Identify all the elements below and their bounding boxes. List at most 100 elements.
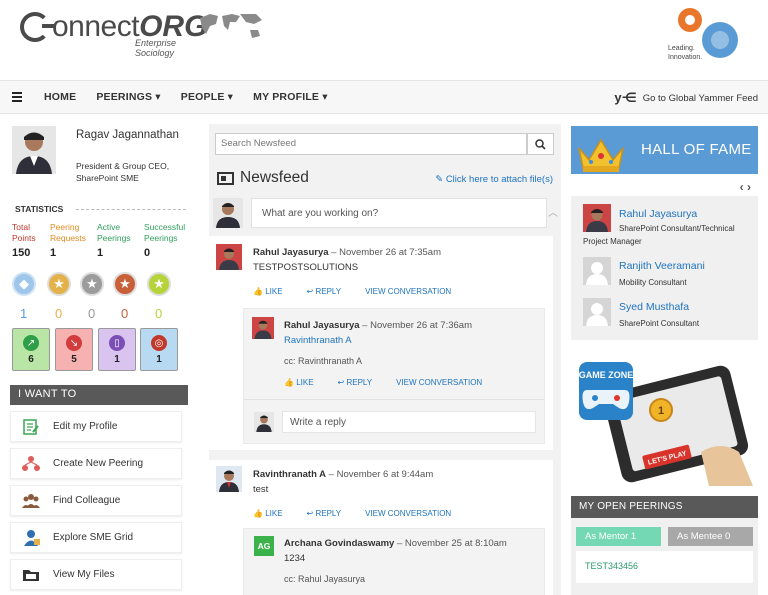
nav-peerings[interactable]: PEERINGS ▾ [96, 91, 160, 103]
reply-thread: AG Archana Govindaswamy – November 25 at… [243, 528, 545, 595]
tile-goals[interactable]: ◎ 1 [140, 328, 178, 371]
target-icon: ◎ [151, 335, 167, 351]
bronze-star-badge-icon[interactable]: ★ [113, 272, 137, 296]
reply-button[interactable]: ↩ REPLY [307, 509, 354, 518]
find-colleague-icon [21, 492, 41, 510]
sme-grid-icon [21, 529, 41, 547]
silver-star-badge-icon[interactable]: ★ [80, 272, 104, 296]
iwant-create-peering[interactable]: Create New Peering [10, 448, 182, 479]
tile-sent[interactable]: ↗ 6 [12, 328, 50, 371]
reply-composer-avatar [254, 412, 274, 432]
hamburger-menu-icon[interactable] [12, 90, 22, 104]
post-actions: 👍 LIKE ↩ REPLY VIEW CONVERSATION [253, 287, 463, 296]
reply-button[interactable]: ↩ REPLY [307, 287, 354, 296]
hall-of-fame-title: HALL OF FAME [641, 141, 752, 158]
search-icon [535, 138, 546, 150]
tile-documents[interactable]: ▯ 1 [98, 328, 136, 371]
hof-person-name[interactable]: Syed Musthafa [619, 301, 689, 313]
iwant-explore-sme-grid[interactable]: Explore SME Grid [10, 522, 182, 553]
reply-author-avatar[interactable] [252, 317, 274, 339]
status-composer-input[interactable]: What are you working on? [251, 198, 547, 228]
like-button[interactable]: 👍 LIKE [253, 287, 295, 296]
stat-label: Peering Requests [50, 222, 86, 243]
profile-avatar[interactable] [12, 126, 56, 174]
stat-peering-requests: Peering Requests 1 [50, 222, 94, 259]
hall-of-fame-list: Rahul Jayasurya SharePoint Consultant/Te… [571, 196, 758, 340]
green-star-badge-icon[interactable]: ★ [147, 272, 171, 296]
post-author-avatar[interactable] [216, 244, 242, 270]
stat-tiles: ↗ 6 ↘ 5 ▯ 1 ◎ 1 [10, 328, 190, 372]
reply-timestamp: – November 25 at 8:10am [394, 538, 507, 549]
hall-of-fame-carousel-nav[interactable]: ‹ › [740, 180, 751, 194]
reply-cc: cc: Rahul Jayasurya [284, 574, 366, 584]
reply-thread: Rahul Jayasurya – November 26 at 7:36am … [243, 308, 545, 444]
hof-person-role: SharePoint Consultant/Technical Project … [583, 224, 735, 246]
like-label: LIKE [265, 509, 283, 518]
diamond-badge-icon[interactable]: ◆ [12, 272, 36, 296]
logo-text: onnect [52, 10, 140, 43]
reply-header: Rahul Jayasurya – November 26 at 7:36am [284, 320, 472, 331]
my-open-peerings-heading: MY OPEN PEERINGS [571, 496, 758, 518]
nav-people[interactable]: PEOPLE ▾ [181, 91, 233, 103]
stat-value: 0 [144, 247, 151, 259]
tile-received[interactable]: ↘ 5 [55, 328, 93, 371]
post-body: test [253, 484, 269, 495]
create-peering-icon [21, 455, 41, 473]
tab-as-mentee[interactable]: As Mentee 0 [668, 527, 753, 546]
tile-count: 1 [114, 354, 120, 365]
edit-profile-icon [21, 418, 41, 436]
post-author-name[interactable]: Rahul Jayasurya [253, 247, 329, 258]
iwant-edit-profile[interactable]: Edit my Profile [10, 411, 182, 442]
game-coin-number: 1 [658, 405, 664, 417]
hof-person-name[interactable]: Ranjith Veeramani [619, 260, 705, 272]
iwant-find-colleague[interactable]: Find Colleague [10, 485, 182, 516]
hof-avatar[interactable] [583, 298, 611, 326]
scroll-up-icon[interactable]: ︿ [548, 204, 558, 219]
nav-home[interactable]: HOME [44, 91, 76, 103]
like-button[interactable]: 👍 LIKE [253, 509, 295, 518]
stat-active-peerings: Active Peerings 1 [97, 222, 137, 259]
view-conversation-link[interactable]: VIEW CONVERSATION [365, 287, 451, 296]
game-zone-banner[interactable]: 1 LET'S PLAY GAME ZONE [571, 356, 758, 486]
document-icon: ▯ [109, 335, 125, 351]
gold-star-badge-icon[interactable]: ★ [47, 272, 71, 296]
stat-value: 150 [12, 247, 31, 259]
reply-author-initials-avatar[interactable]: AG [254, 536, 274, 556]
arrow-up-right-icon: ↗ [23, 335, 39, 351]
search-button[interactable] [527, 133, 554, 155]
nav-my-profile[interactable]: MY PROFILE ▾ [253, 91, 328, 103]
connectorg-logo[interactable]: onnect ORG Enterprise Sociology [20, 6, 207, 58]
stat-value: 1 [50, 247, 57, 259]
newsfeed-search-input[interactable]: Search Newsfeed [215, 133, 527, 155]
reply-mention-link[interactable]: Ravinthranath A [284, 335, 352, 346]
tab-as-mentor[interactable]: As Mentor 1 [576, 527, 661, 546]
newsfeed-title: Newsfeed [217, 169, 309, 187]
iwant-view-my-files[interactable]: View My Files [10, 559, 182, 590]
post-author-avatar[interactable] [216, 466, 242, 492]
profile-name[interactable]: Ragav Jagannathan [76, 128, 188, 142]
attach-file-link[interactable]: ✎ Click here to attach file(s) [435, 174, 553, 185]
yammer-feed-link[interactable]: y⋲ Go to Global Yammer Feed [614, 90, 758, 106]
reply-actions: 👍 LIKE ↩ REPLY VIEW CONVERSATION [284, 378, 494, 387]
files-icon [21, 566, 41, 584]
iwant-label: Create New Peering [53, 458, 144, 469]
stat-label: Total Points [12, 222, 36, 243]
post-author-name[interactable]: Ravinthranath A [253, 469, 326, 480]
write-reply-input[interactable]: Write a reply [282, 411, 536, 433]
hof-avatar[interactable] [583, 257, 611, 285]
open-peering-item[interactable]: TEST343456 [576, 551, 753, 583]
stat-label: Successful Peerings [144, 222, 186, 243]
tile-count: 5 [71, 354, 77, 365]
yammer-icon: y⋲ [614, 90, 637, 105]
profile-title: President & Group CEO, SharePoint SME [76, 161, 170, 183]
statistics-heading: STATISTICS [12, 204, 67, 214]
reply-author-name[interactable]: Archana Govindaswamy [284, 538, 394, 549]
stat-total-points: Total Points 150 [12, 222, 46, 259]
reply-author-name[interactable]: Rahul Jayasurya [284, 320, 360, 331]
hof-person-name[interactable]: Rahul Jayasurya [619, 208, 697, 220]
post-body: TESTPOSTSOLUTIONS [253, 262, 359, 273]
reply-button[interactable]: ↩ REPLY [338, 378, 385, 387]
view-conversation-link[interactable]: VIEW CONVERSATION [396, 378, 482, 387]
like-button[interactable]: 👍 LIKE [284, 378, 326, 387]
view-conversation-link[interactable]: VIEW CONVERSATION [365, 509, 451, 518]
